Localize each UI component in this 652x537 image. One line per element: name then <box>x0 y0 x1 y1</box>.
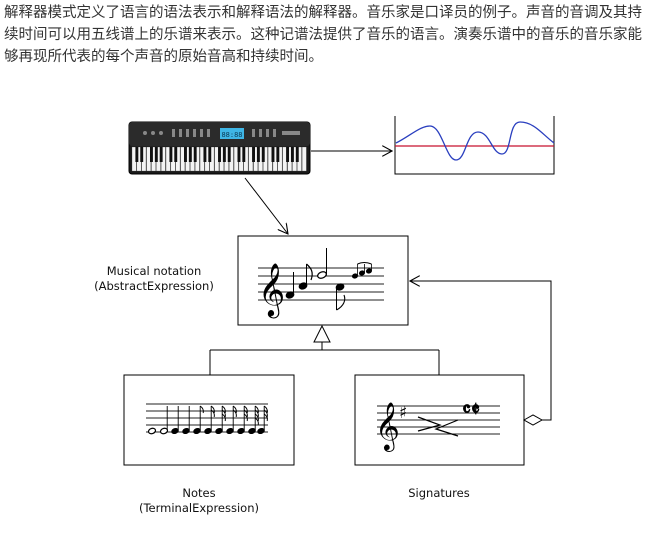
black-key <box>135 147 139 162</box>
abstract-expression-sublabel: (AbstractExpression) <box>94 279 214 293</box>
time-signature: 𝄴𝄵 <box>462 397 480 421</box>
treble-clef-icon: 𝄞 <box>375 401 400 452</box>
black-key <box>276 147 280 162</box>
black-key <box>193 147 197 162</box>
black-key <box>218 147 221 162</box>
black-key <box>188 147 192 162</box>
inheritance-connector <box>209 324 440 375</box>
treble-clef-icon: 𝄞 <box>258 262 285 318</box>
black-key <box>227 147 231 162</box>
terminal-expression-sublabel: (TerminalExpression) <box>139 501 259 515</box>
black-key <box>237 147 241 162</box>
black-key <box>203 147 207 162</box>
waveform-curve <box>395 121 555 161</box>
terminal-expression-box <box>123 374 295 466</box>
waveform-icon <box>394 116 555 175</box>
black-key <box>256 147 260 162</box>
black-key <box>174 147 178 162</box>
black-key <box>154 147 158 162</box>
black-key <box>208 147 212 162</box>
black-key <box>159 147 163 162</box>
black-key <box>169 147 173 162</box>
arrow-keyboard-to-notation <box>244 177 288 234</box>
sharp-icon: ♯ <box>399 403 407 423</box>
black-key <box>286 147 290 162</box>
black-key <box>261 147 265 162</box>
keyboard-icon: 88:88 <box>128 121 311 175</box>
interpreter-pattern-diagram: 88:88 𝄞 Musical notation (AbstractExpres… <box>94 116 555 515</box>
black-key <box>149 147 153 162</box>
black-key <box>184 147 187 162</box>
black-key <box>242 147 246 162</box>
abstract-expression-label: Musical notation <box>107 264 202 278</box>
terminal-expression-label: Notes <box>182 486 215 500</box>
black-key <box>222 147 226 162</box>
black-key <box>252 147 255 162</box>
black-key <box>290 147 294 162</box>
black-key <box>295 147 299 162</box>
black-key <box>271 147 275 162</box>
signatures-label: Signatures <box>408 486 469 500</box>
keyboard-display-text: 88:88 <box>221 131 242 139</box>
white-key <box>301 146 307 172</box>
black-key <box>140 147 144 162</box>
